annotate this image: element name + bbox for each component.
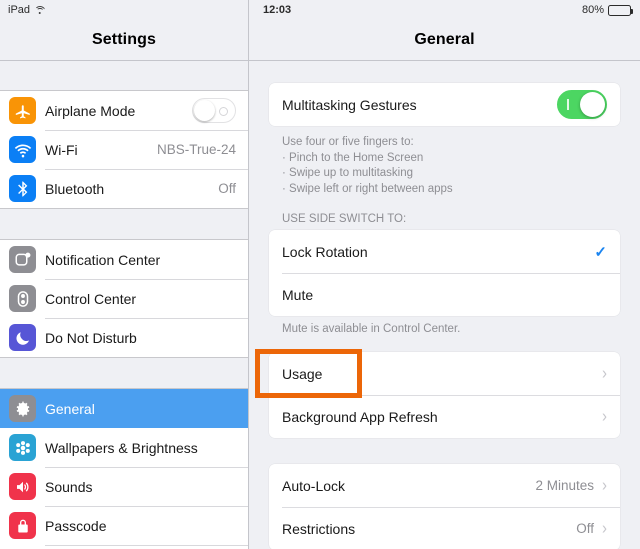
sidebar-item-label: Notification Center	[45, 251, 161, 268]
sidebar-group-0: Airplane Mode Wi-Fi NBS-True-24 Bluetooth Of…	[0, 90, 248, 209]
bluetooth-value: Off	[218, 181, 236, 196]
usage-card: Usage › Background App Refresh ›	[269, 352, 620, 438]
wifi-icon	[34, 5, 46, 15]
bluetooth-icon	[9, 175, 36, 202]
sidebar-group-1: Notification Center Control Center Do Not …	[0, 239, 248, 358]
row-auto-lock[interactable]: Auto-Lock 2 Minutes ›	[269, 464, 620, 507]
wifi-icon	[9, 136, 36, 163]
sidebar-item-do-not-disturb[interactable]: Do Not Disturb	[0, 318, 248, 357]
sidebar-item-label: Sounds	[45, 478, 93, 495]
sidebar-item-label: Wallpapers & Brightness	[45, 439, 198, 456]
notification-center-icon	[9, 246, 36, 273]
row-restrictions[interactable]: Restrictions Off ›	[269, 507, 620, 549]
airplane-mode-toggle[interactable]	[192, 98, 236, 123]
mute-label: Mute	[282, 286, 314, 303]
settings-sidebar: iPad Settings Airplane Mode Wi-Fi NBS-True…	[0, 0, 249, 549]
help-bullet-2: · Swipe left or right between apps	[282, 182, 453, 195]
sidebar-item-notification-center[interactable]: Notification Center	[0, 240, 248, 279]
gear-icon	[9, 395, 36, 422]
sidebar-status-bar: iPad	[0, 0, 248, 20]
side-switch-footnote: Mute is available in Control Center.	[282, 323, 461, 335]
detail-content: Multitasking Gestures Use four or five f…	[249, 61, 640, 549]
sidebar-item-wallpapers-brightness[interactable]: Wallpapers & Brightness	[0, 428, 248, 467]
sidebar-item-passcode[interactable]: Passcode	[0, 506, 248, 545]
multitasking-help-text: Use four or five fingers to: · Pinch to …	[269, 126, 620, 197]
usage-label: Usage	[282, 365, 323, 382]
chevron-right-icon: ›	[602, 406, 607, 427]
sidebar-group-2: General Wallpapers & Brightness Sounds Pass…	[0, 388, 248, 549]
row-usage[interactable]: Usage ›	[269, 352, 620, 395]
sidebar-item-general[interactable]: General	[0, 389, 248, 428]
moon-icon	[9, 324, 36, 351]
row-background-app-refresh[interactable]: Background App Refresh ›	[269, 395, 620, 438]
sidebar-item-label: Control Center	[45, 290, 137, 307]
auto-lock-value: 2 Minutes	[535, 478, 594, 493]
lock-icon	[9, 512, 36, 539]
lock-rotation-label: Lock Rotation	[282, 243, 368, 260]
help-bullet-1: · Swipe up to multitasking	[282, 167, 414, 179]
restrictions-label: Restrictions	[282, 520, 356, 537]
background-app-refresh-label: Background App Refresh	[282, 408, 438, 425]
sidebar-item-airplane-mode[interactable]: Airplane Mode	[0, 91, 248, 130]
chevron-right-icon: ›	[602, 475, 607, 496]
device-label: iPad	[8, 4, 31, 16]
page-title: Settings	[92, 31, 156, 48]
side-switch-card: Lock Rotation ✓ Mute	[269, 230, 620, 316]
chevron-right-icon: ›	[602, 518, 607, 539]
battery-indicator: 80%	[581, 4, 633, 16]
sidebar-item-label: Do Not Disturb	[45, 329, 137, 346]
row-multitasking-gestures[interactable]: Multitasking Gestures	[269, 83, 620, 126]
multitasking-gestures-label: Multitasking Gestures	[282, 96, 417, 113]
sidebar-item-control-center[interactable]: Control Center	[0, 279, 248, 318]
sidebar-item-label: General	[45, 400, 95, 417]
ipad-settings-screen: iPad Settings Airplane Mode Wi-Fi NBS-True…	[0, 0, 640, 549]
wallpaper-icon	[9, 434, 36, 461]
sidebar-item-label: Airplane Mode	[45, 102, 136, 119]
autolock-card: Auto-Lock 2 Minutes › Restrictions Off ›	[269, 464, 620, 549]
sidebar-item-label: Wi-Fi	[45, 141, 78, 158]
battery-icon	[608, 4, 633, 16]
restrictions-value: Off	[576, 521, 594, 536]
sidebar-item-label: Passcode	[45, 517, 107, 534]
auto-lock-label: Auto-Lock	[282, 477, 346, 494]
help-intro: Use four or five fingers to:	[282, 136, 414, 148]
airplane-icon	[9, 97, 36, 124]
control-center-icon	[9, 285, 36, 312]
multitasking-card: Multitasking Gestures	[269, 83, 620, 126]
sidebar-item-label: Bluetooth	[45, 180, 105, 197]
status-time: 12:03	[263, 4, 292, 16]
sidebar-item-bluetooth[interactable]: Bluetooth Off	[0, 169, 248, 208]
side-switch-header: USE SIDE SWITCH TO:	[282, 213, 407, 225]
general-detail-panel: 12:03 80% General Multitasking Gestures	[249, 0, 640, 549]
row-lock-rotation[interactable]: Lock Rotation ✓	[269, 230, 620, 273]
help-bullet-0: · Pinch to the Home Screen	[282, 151, 424, 164]
detail-status-bar: 12:03 80%	[249, 0, 640, 20]
sidebar-item-privacy[interactable]: Privacy	[0, 545, 248, 549]
sidebar-item-wi-fi[interactable]: Wi-Fi NBS-True-24	[0, 130, 248, 169]
sidebar-group-list: Airplane Mode Wi-Fi NBS-True-24 Bluetooth Of…	[0, 61, 248, 549]
row-mute[interactable]: Mute	[269, 273, 620, 316]
detail-title: General	[414, 31, 475, 48]
checkmark-icon: ✓	[594, 243, 607, 261]
sidebar-item-sounds[interactable]: Sounds	[0, 467, 248, 506]
speaker-icon	[9, 473, 36, 500]
battery-percent-label: 80%	[581, 4, 604, 16]
multitasking-gestures-toggle[interactable]	[557, 90, 607, 119]
chevron-right-icon: ›	[602, 363, 607, 384]
wi-fi-value: NBS-True-24	[156, 142, 236, 157]
